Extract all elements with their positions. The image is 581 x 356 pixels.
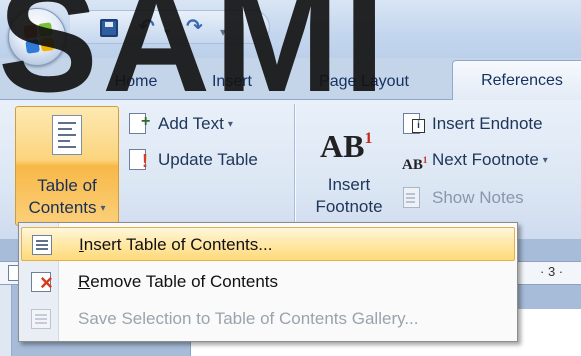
- quick-access-toolbar: ↶ ▾ ↷ ▾: [70, 10, 270, 44]
- insert-endnote-icon: [402, 113, 426, 134]
- toc-label-line1: Table of: [37, 176, 97, 195]
- insert-footnote-button[interactable]: AB1 Insert Footnote: [300, 106, 398, 228]
- menu-item-remove-table-of-contents[interactable]: Remove Table of Contents: [21, 265, 515, 299]
- add-text-label: Add Text: [158, 114, 224, 133]
- add-text-button[interactable]: Add Text▾: [128, 108, 233, 138]
- ribbon: Table of Contents▾ Add Text▾ Update Tabl…: [0, 99, 581, 239]
- show-notes-icon: [402, 187, 426, 208]
- save-selection-icon: [31, 309, 51, 329]
- show-notes-button[interactable]: Show Notes: [402, 184, 524, 212]
- table-of-contents-button[interactable]: Table of Contents ▾: [15, 106, 119, 226]
- menu-item-label: Insert Table of Contents...: [79, 235, 273, 254]
- show-notes-label: Show Notes: [432, 188, 524, 207]
- chevron-down-icon: ▾: [227, 119, 233, 130]
- group-divider: [294, 104, 295, 230]
- update-table-button[interactable]: Update Table: [128, 146, 258, 175]
- tab-references[interactable]: References: [452, 60, 581, 100]
- footnote-icon-text: AB: [320, 128, 365, 164]
- toc-label-text: Contents: [28, 198, 97, 217]
- insert-endnote-button[interactable]: Insert Endnote: [402, 110, 543, 138]
- tab-home[interactable]: Home: [100, 66, 172, 98]
- table-of-contents-menu: Insert Table of Contents... Remove Table…: [18, 222, 518, 342]
- customize-toolbar-icon[interactable]: ▾: [220, 22, 226, 42]
- add-text-icon: [128, 108, 152, 136]
- undo-dropdown-icon[interactable]: ▾: [164, 22, 170, 42]
- insert-endnote-label: Insert Endnote: [432, 114, 543, 133]
- toc-label-line2: Contents ▾: [16, 197, 118, 220]
- tab-page-layout[interactable]: Page Layout: [300, 66, 428, 98]
- remove-toc-icon: [31, 272, 53, 293]
- office-logo-icon: [23, 22, 55, 54]
- table-of-contents-label: Table of Contents ▾: [16, 175, 118, 220]
- next-footnote-label: Next Footnote: [432, 150, 539, 169]
- vertical-ruler: [0, 285, 12, 356]
- update-table-label: Update Table: [158, 150, 258, 169]
- insert-footnote-line2: Footnote: [315, 197, 383, 216]
- undo-icon[interactable]: ↶: [138, 17, 155, 37]
- next-footnote-button[interactable]: AB1 Next Footnote ▾: [402, 146, 548, 174]
- office-button[interactable]: [8, 8, 66, 66]
- ruler-mark: · 3 ·: [540, 264, 564, 279]
- redo-icon[interactable]: ↷: [186, 17, 203, 37]
- footnote-icon: AB1: [320, 128, 372, 165]
- save-icon[interactable]: [100, 19, 118, 37]
- insert-toc-icon: [32, 235, 52, 255]
- insert-footnote-line1: Insert: [327, 175, 371, 194]
- table-of-contents-icon: [52, 115, 82, 155]
- ribbon-tabs: Home Insert Page Layout References: [0, 58, 581, 100]
- menu-item-label: Save Selection to Table of Contents Gall…: [78, 309, 419, 328]
- footnote-icon-sup: 1: [364, 130, 373, 147]
- next-footnote-icon: AB1: [402, 155, 428, 173]
- insert-footnote-label: Insert Footnote: [300, 174, 398, 218]
- chevron-down-icon: ▾: [542, 155, 548, 166]
- tab-insert[interactable]: Insert: [196, 66, 268, 98]
- update-table-icon: [128, 147, 152, 175]
- menu-item-label: Remove Table of Contents: [78, 272, 279, 291]
- menu-item-insert-table-of-contents[interactable]: Insert Table of Contents...: [21, 227, 515, 261]
- chevron-down-icon: ▾: [100, 203, 106, 214]
- menu-item-save-selection-to-gallery: Save Selection to Table of Contents Gall…: [21, 302, 515, 336]
